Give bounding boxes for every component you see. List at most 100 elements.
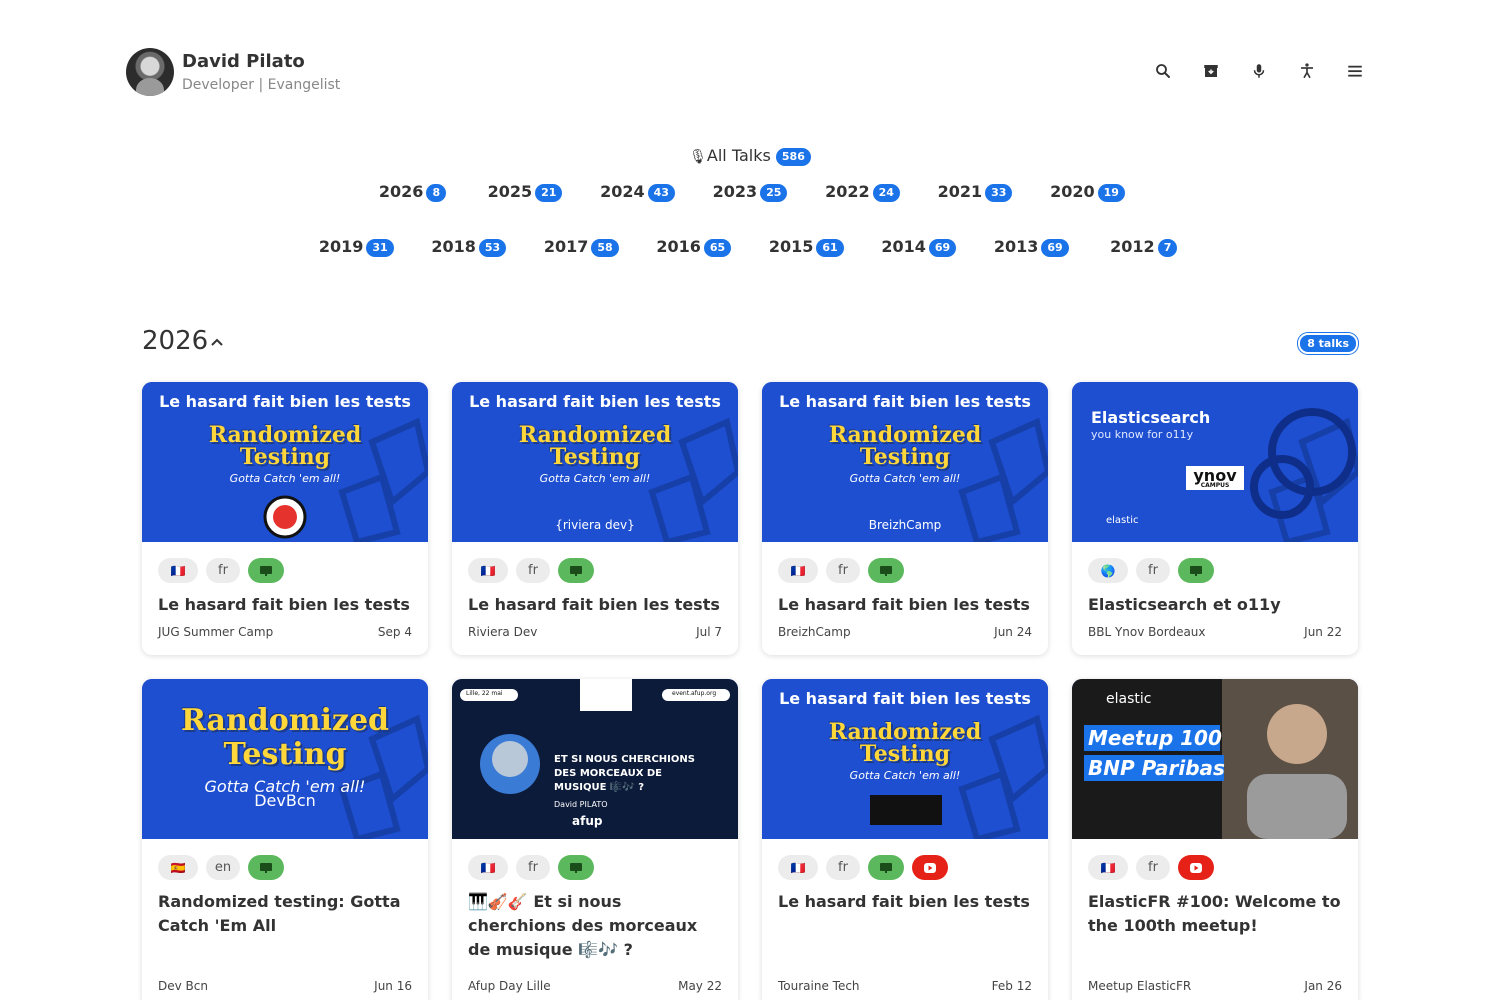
slides-icon[interactable] (868, 558, 904, 583)
thumb-title-line2: Testing (549, 444, 641, 470)
slides-icon[interactable] (558, 855, 594, 880)
year-filter-2016[interactable]: 2016 65 (638, 237, 751, 257)
slides-icon[interactable] (248, 855, 284, 880)
language-tag: fr (516, 855, 550, 880)
talk-date: Jun 22 (1304, 625, 1342, 639)
microphone-icon[interactable] (1248, 60, 1270, 82)
year-count-badge: 19 (1097, 183, 1125, 202)
year-section-header: 2026 8 talks (142, 324, 1358, 364)
year-label: 2023 (712, 182, 758, 201)
year-filter-2012[interactable]: 2012 7 (1088, 237, 1201, 257)
talk-title[interactable]: 🎹🎻🎸 Et si nous cherchions des morceaux d… (468, 890, 722, 962)
year-filter-2019[interactable]: 2019 31 (300, 237, 413, 257)
talk-title[interactable]: Le hasard fait bien les tests (778, 593, 1032, 617)
year-count-badge: 65 (703, 238, 732, 257)
year-count-badge: 33 (985, 183, 1013, 202)
year-filter-2018[interactable]: 2018 53 (413, 237, 526, 257)
year-count-badge: 8 (426, 183, 447, 202)
thumb-heading: Le hasard fait bien les tests (469, 392, 721, 411)
year-label: 2013 (993, 237, 1039, 256)
archive-icon[interactable] (1200, 60, 1222, 82)
talk-card[interactable]: Elasticsearch you know for o11y ynov CAMPUS… (1072, 382, 1358, 655)
talk-card-body: 🇫🇷 fr Le hasard fait bien les tests (762, 558, 1048, 617)
talk-card[interactable]: ET SI NOUS CHERCHIONS DES MORCEAUX DE MU… (452, 679, 738, 1000)
chevron-up-icon (211, 338, 223, 346)
slides-icon[interactable] (248, 558, 284, 583)
talk-date: Jun 24 (994, 625, 1032, 639)
talk-card[interactable]: Le hasard fait bien les tests Randomized T… (452, 382, 738, 655)
year-label: 2015 (768, 237, 814, 256)
talk-thumbnail[interactable]: Elasticsearch you know for o11y ynov CAMPUS… (1072, 382, 1358, 542)
year-filter-2023[interactable]: 2023 25 (694, 182, 807, 202)
talk-title[interactable]: Le hasard fait bien les tests (158, 593, 412, 617)
talk-thumbnail[interactable]: ET SI NOUS CHERCHIONS DES MORCEAUX DE MU… (452, 679, 738, 839)
talk-meta: Afup Day Lille May 22 (468, 979, 722, 993)
country-flag: 🇫🇷 (158, 558, 198, 583)
year-filter-2024[interactable]: 2024 43 (581, 182, 694, 202)
talk-card[interactable]: Randomized Testing Gotta Catch 'em all! Dev… (142, 679, 428, 1000)
language-tag: fr (516, 558, 550, 583)
year-count-badge: 69 (1041, 238, 1069, 257)
talk-thumbnail[interactable]: Randomized Testing Gotta Catch 'em all! Dev… (142, 679, 428, 839)
talk-title[interactable]: Le hasard fait bien les tests (778, 890, 1032, 914)
talk-date: May 22 (678, 979, 722, 993)
slides-icon[interactable] (868, 855, 904, 880)
year-label: 2016 (656, 237, 701, 256)
year-filter-2015[interactable]: 2015 61 (750, 237, 863, 257)
year-filter-2025[interactable]: 2025 21 (469, 182, 582, 202)
talk-thumbnail[interactable]: Le hasard fait bien les tests Randomized T… (452, 382, 738, 542)
talk-meta: BBL Ynov Bordeaux Jun 22 (1088, 625, 1342, 639)
talk-title[interactable]: Le hasard fait bien les tests (468, 593, 722, 617)
year-count-badge: 53 (478, 238, 507, 257)
section-year: 2026 (142, 326, 209, 356)
year-filter-2022[interactable]: 2022 24 (806, 182, 919, 202)
talk-card[interactable]: elastic Meetup 100 BNP Paribas 🇫🇷 fr ElasticF… (1072, 679, 1358, 1000)
year-filter-2017[interactable]: 2017 58 (525, 237, 638, 257)
profile-name[interactable]: David Pilato (182, 51, 305, 72)
year-filter-2013[interactable]: 2013 69 (975, 237, 1088, 257)
talk-thumbnail[interactable]: Le hasard fait bien les tests Randomized T… (762, 382, 1048, 542)
year-filter-2021[interactable]: 2021 33 (919, 182, 1032, 202)
search-icon[interactable] (1152, 60, 1174, 82)
slides-icon[interactable] (1178, 558, 1214, 583)
thumb-heading: Meetup 100 (1088, 726, 1222, 750)
video-icon[interactable] (1178, 855, 1214, 880)
slides-icon[interactable] (558, 558, 594, 583)
language-tag: fr (1136, 855, 1170, 880)
talk-card[interactable]: Le hasard fait bien les tests Randomized T… (142, 382, 428, 655)
talk-thumbnail[interactable]: elastic Meetup 100 BNP Paribas (1072, 679, 1358, 839)
talk-title[interactable]: Elasticsearch et o11y (1088, 593, 1342, 617)
talk-title[interactable]: Randomized testing: Gotta Catch 'Em All (158, 890, 412, 938)
talk-thumbnail[interactable]: Le hasard fait bien les tests Randomized T… (762, 679, 1048, 839)
avatar[interactable] (126, 48, 174, 96)
section-talk-count: 8 talks (1298, 333, 1358, 354)
talk-meta: Dev Bcn Jun 16 (158, 979, 412, 993)
country-flag: 🇫🇷 (468, 558, 508, 583)
talk-thumbnail[interactable]: Le hasard fait bien les tests Randomized T… (142, 382, 428, 542)
accessibility-icon[interactable] (1296, 60, 1318, 82)
talk-date: Jan 26 (1304, 979, 1342, 993)
talk-tags: 🌎 fr (1088, 558, 1342, 583)
year-label: 2021 (937, 182, 983, 201)
years-filter-row-1: 2026 8 2025 21 2024 43 2023 25 2022 24 2021 33 2020 1… (0, 182, 1500, 202)
menu-icon[interactable] (1344, 60, 1366, 82)
all-talks-link[interactable]: 🎙All Talks 586 (0, 146, 1500, 166)
thumb-heading: Elasticsearch (1091, 408, 1211, 427)
country-flag: 🇫🇷 (468, 855, 508, 880)
talk-title[interactable]: ElasticFR #100: Welcome to the 100th mee… (1088, 890, 1342, 938)
thumb-subheading: you know for o11y (1091, 428, 1194, 441)
talk-card[interactable]: Le hasard fait bien les tests Randomized T… (762, 382, 1048, 655)
thumb-location: Lille, 22 mai (466, 690, 503, 697)
year-count-badge: 21 (535, 183, 563, 202)
talk-date: Jul 7 (696, 625, 722, 639)
thumb-tagline: Gotta Catch 'em all! (849, 472, 961, 485)
year-filter-2014[interactable]: 2014 69 (863, 237, 976, 257)
section-year-toggle[interactable]: 2026 (142, 326, 224, 356)
year-filter-2020[interactable]: 2020 19 (1031, 182, 1144, 202)
video-icon[interactable] (912, 855, 948, 880)
thumb-event-logo: BreizhCamp (868, 518, 942, 532)
talk-card[interactable]: Le hasard fait bien les tests Randomized T… (762, 679, 1048, 1000)
profile-header: David Pilato Developer | Evangelist (126, 48, 1366, 98)
year-filter-2026[interactable]: 2026 8 (356, 182, 469, 202)
talk-tags: 🇫🇷 fr (778, 855, 1032, 880)
